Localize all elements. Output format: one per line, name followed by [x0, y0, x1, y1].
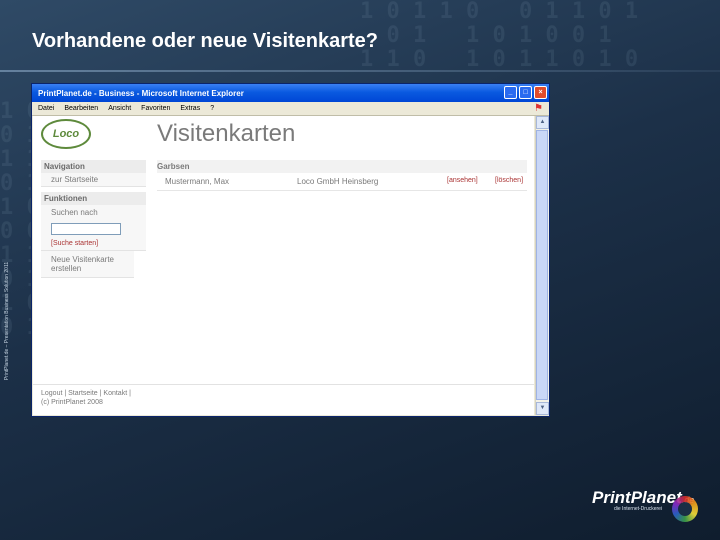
page-viewport: Loco Visitenkarten Navigation zur Starts…	[33, 116, 534, 415]
sidebar: Navigation zur Startseite Funktionen Suc…	[41, 160, 146, 278]
title-divider	[0, 70, 720, 72]
loco-logo[interactable]: Loco	[41, 119, 91, 149]
menu-item-ansicht[interactable]: Ansicht	[108, 105, 131, 112]
menu-bar: Datei Bearbeiten Ansicht Favoriten Extra…	[32, 102, 549, 116]
footer-links[interactable]: Logout | Startseite | Kontakt |	[41, 389, 131, 398]
scroll-thumb[interactable]	[536, 130, 548, 400]
close-button[interactable]: ×	[534, 86, 547, 99]
slide-title: Vorhandene oder neue Visitenkarte?	[32, 30, 379, 52]
search-input[interactable]	[51, 222, 121, 235]
scroll-down-icon[interactable]: ▼	[536, 402, 549, 415]
group-heading: Garbsen	[157, 160, 527, 173]
windows-flag-icon: ⚑	[534, 103, 543, 114]
scroll-up-icon[interactable]: ▲	[536, 116, 549, 129]
table-row: Mustermann, Max Loco GmbH Heinsberg [ans…	[157, 173, 527, 191]
vertical-scrollbar[interactable]: ▲ ▼	[535, 116, 549, 415]
sidebar-item-startseite[interactable]: zur Startseite	[41, 173, 146, 187]
minimize-button[interactable]: _	[504, 86, 517, 99]
side-caption: PrintPlanet.de – Presentation Business S…	[4, 261, 10, 381]
footer-divider	[33, 384, 534, 385]
card-company: Loco GmbH Heinsberg	[297, 177, 379, 186]
delete-card-link[interactable]: [löschen]	[495, 177, 523, 184]
card-list: Garbsen Mustermann, Max Loco GmbH Heinsb…	[157, 160, 527, 191]
window-buttons: _ □ ×	[504, 86, 547, 99]
footer-copyright: (c) PrintPlanet 2008	[41, 399, 103, 406]
page-heading: Visitenkarten	[157, 120, 296, 147]
card-name: Mustermann, Max	[165, 177, 230, 186]
menu-item-help[interactable]: ?	[210, 105, 214, 112]
sidebar-heading-funktionen: Funktionen	[41, 192, 146, 205]
sidebar-heading-navigation: Navigation	[41, 160, 146, 173]
page-footer: Logout | Startseite | Kontakt | (c) Prin…	[41, 389, 131, 407]
browser-titlebar[interactable]: PrintPlanet.de - Business - Microsoft In…	[32, 84, 549, 102]
view-card-link[interactable]: [ansehen]	[447, 177, 478, 184]
new-card-link[interactable]: Neue Visitenkarte erstellen	[41, 251, 134, 278]
search-box: Suchen nach [Suche starten]	[41, 205, 146, 251]
menu-item-bearbeiten[interactable]: Bearbeiten	[64, 105, 98, 112]
menu-item-datei[interactable]: Datei	[38, 105, 54, 112]
menu-item-extras[interactable]: Extras	[180, 105, 200, 112]
menu-item-favoriten[interactable]: Favoriten	[141, 105, 170, 112]
background-binary-pattern: 1 0 1 1 0 0 1 1 0 1 0 1 1 0 1 0 0 1 1 1 …	[360, 0, 639, 72]
maximize-button[interactable]: □	[519, 86, 532, 99]
brand-name: PrintPlanet	[592, 488, 682, 507]
search-start-link[interactable]: [Suche starten]	[51, 240, 143, 247]
planet-swirl-icon	[672, 496, 698, 522]
browser-title: PrintPlanet.de - Business - Microsoft In…	[38, 88, 244, 98]
browser-window: PrintPlanet.de - Business - Microsoft In…	[31, 83, 550, 417]
search-label: Suchen nach	[51, 208, 98, 217]
